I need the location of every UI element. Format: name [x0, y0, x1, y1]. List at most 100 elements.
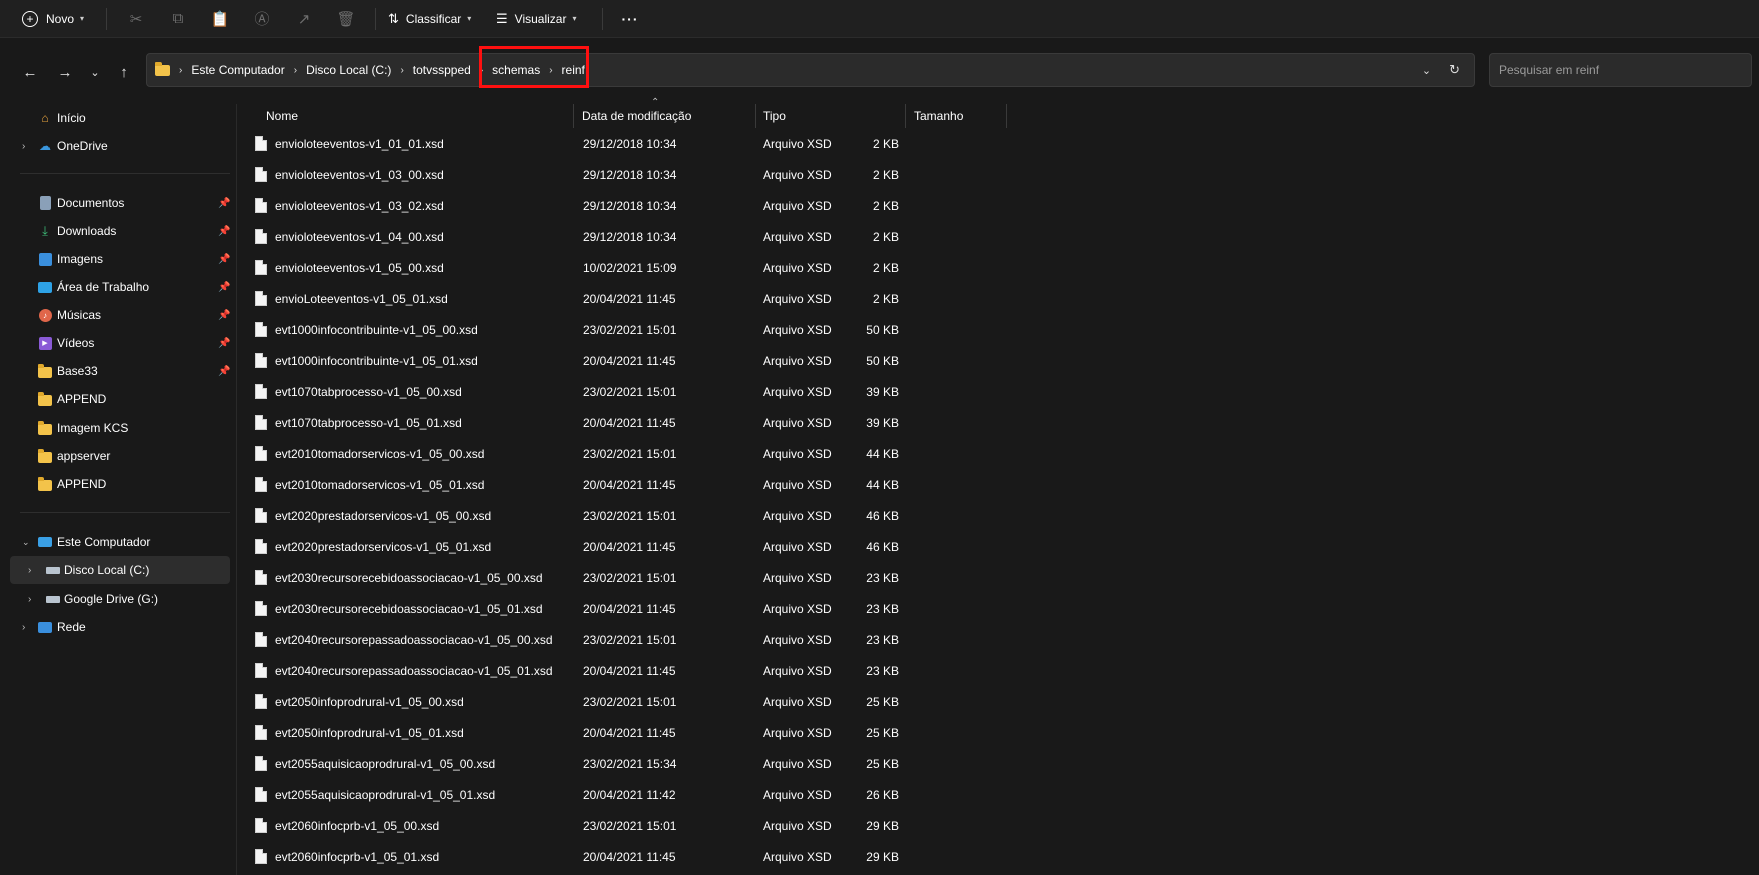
file-row[interactable]: evt1070tabprocesso-v1_05_00.xsd 23/02/202…	[237, 376, 1759, 407]
refresh-icon[interactable]: ↻	[1449, 62, 1460, 78]
file-row[interactable]: evt2020prestadorservicos-v1_05_00.xsd 23/…	[237, 500, 1759, 531]
file-type: Arquivo XSD	[763, 167, 832, 182]
music-icon: ♪	[37, 307, 53, 323]
column-separator[interactable]	[1006, 104, 1007, 128]
sidebar-item-rede[interactable]: › Rede	[10, 613, 236, 641]
collapse-chevron-icon[interactable]: ⌄	[22, 537, 30, 548]
sidebar-item-appserver[interactable]: appserver	[10, 442, 236, 470]
pin-icon[interactable]: 📌	[218, 338, 230, 349]
file-row[interactable]: evt2010tomadorservicos-v1_05_01.xsd 20/04…	[237, 469, 1759, 500]
rename-icon[interactable]: Ⓐ	[245, 4, 279, 34]
file-size: 26 KB	[866, 787, 899, 802]
delete-icon[interactable]: 🗑	[329, 4, 363, 34]
sidebar-item-base33[interactable]: Base33 📌	[10, 357, 236, 385]
command-bar: + Novo ▾ ✂ ⧉ 📋 Ⓐ ↗ 🗑 ⇅ Classificar ▾ ☰ V…	[0, 0, 1759, 38]
file-row[interactable]: evt2010tomadorservicos-v1_05_00.xsd 23/02…	[237, 438, 1759, 469]
sidebar-item-label: appserver	[57, 449, 111, 463]
pin-icon[interactable]: 📌	[218, 226, 230, 237]
search-input[interactable]: Pesquisar em reinf	[1489, 53, 1752, 87]
sidebar-item-este-computador[interactable]: ⌄ Este Computador	[10, 528, 236, 556]
sidebar-item-disco-local[interactable]: › Disco Local (C:)	[10, 556, 230, 584]
file-size: 39 KB	[866, 415, 899, 430]
file-row[interactable]: evt2050infoprodrural-v1_05_00.xsd 23/02/2…	[237, 686, 1759, 717]
sidebar-item-imagem-kcs[interactable]: Imagem KCS	[10, 414, 236, 442]
pin-icon[interactable]: 📌	[218, 254, 230, 265]
cut-icon[interactable]: ✂	[119, 4, 153, 34]
column-header-type[interactable]: Tipo	[763, 104, 883, 128]
column-header-size[interactable]: Tamanho	[914, 104, 994, 128]
sidebar-item-downloads[interactable]: ⤓ Downloads 📌	[10, 217, 236, 245]
column-separator[interactable]	[573, 104, 574, 128]
sidebar-item-videos[interactable]: ▶ Vídeos 📌	[10, 329, 236, 357]
file-row[interactable]: evt2055aquisicaoprodrural-v1_05_01.xsd 20…	[237, 779, 1759, 810]
view-button[interactable]: ☰ Visualizar ▾	[496, 4, 590, 34]
column-header-name[interactable]: Nome	[266, 104, 556, 128]
file-row[interactable]: envioloteeventos-v1_04_00.xsd 29/12/2018 …	[237, 221, 1759, 252]
forward-arrow-icon[interactable]: →	[53, 60, 77, 84]
share-icon[interactable]: ↗	[287, 4, 321, 34]
pin-icon[interactable]: 📌	[218, 366, 230, 377]
breadcrumb-disco-local[interactable]: Disco Local (C:)	[306, 63, 391, 77]
sidebar-item-google-drive[interactable]: › Google Drive (G:)	[10, 585, 236, 613]
file-row[interactable]: evt2060infocprb-v1_05_00.xsd 23/02/2021 1…	[237, 810, 1759, 841]
network-icon	[37, 619, 53, 635]
expand-chevron-icon[interactable]: ›	[22, 141, 25, 152]
file-row[interactable]: evt1000infocontribuinte-v1_05_00.xsd 23/0…	[237, 314, 1759, 345]
recent-locations-chevron-icon[interactable]: ⌄	[83, 60, 107, 84]
pin-icon[interactable]: 📌	[218, 198, 230, 209]
sort-button[interactable]: ⇅ Classificar ▾	[388, 4, 484, 34]
sidebar-item-documentos[interactable]: Documentos 📌	[10, 189, 236, 217]
file-row[interactable]: envioLoteeventos-v1_05_01.xsd 20/04/2021 …	[237, 283, 1759, 314]
file-row[interactable]: envioloteeventos-v1_03_00.xsd 29/12/2018 …	[237, 159, 1759, 190]
file-size: 2 KB	[872, 136, 899, 151]
expand-chevron-icon[interactable]: ›	[28, 594, 31, 605]
address-bar[interactable]: › Este Computador › Disco Local (C:) › t…	[146, 53, 1475, 87]
breadcrumb-este-computador[interactable]: Este Computador	[191, 63, 284, 77]
sidebar-item-append-2[interactable]: APPEND	[10, 470, 236, 498]
file-row[interactable]: envioloteeventos-v1_03_02.xsd 29/12/2018 …	[237, 190, 1759, 221]
file-name: envioloteeventos-v1_01_01.xsd	[275, 136, 444, 151]
copy-icon[interactable]: ⧉	[161, 4, 195, 34]
xsd-file-icon	[255, 415, 267, 430]
file-row[interactable]: evt1070tabprocesso-v1_05_01.xsd 20/04/202…	[237, 407, 1759, 438]
file-row[interactable]: evt2030recursorecebidoassociacao-v1_05_0…	[237, 562, 1759, 593]
file-row[interactable]: evt2040recursorepassadoassociacao-v1_05_…	[237, 624, 1759, 655]
expand-chevron-icon[interactable]: ›	[28, 565, 31, 576]
file-row[interactable]: envioloteeventos-v1_01_01.xsd 29/12/2018 …	[237, 128, 1759, 159]
xsd-file-icon	[255, 353, 267, 368]
pin-icon[interactable]: 📌	[218, 282, 230, 293]
xsd-file-icon	[255, 632, 267, 647]
file-type: Arquivo XSD	[763, 539, 832, 554]
back-arrow-icon[interactable]: ←	[18, 60, 42, 84]
file-row[interactable]: evt2055aquisicaoprodrural-v1_05_00.xsd 23…	[237, 748, 1759, 779]
address-history-chevron-icon[interactable]: ⌄	[1422, 64, 1431, 77]
sidebar-item-musicas[interactable]: ♪ Músicas 📌	[10, 301, 236, 329]
file-row[interactable]: evt1000infocontribuinte-v1_05_01.xsd 20/0…	[237, 345, 1759, 376]
file-row[interactable]: evt2040recursorepassadoassociacao-v1_05_…	[237, 655, 1759, 686]
file-row[interactable]: evt2050infoprodrural-v1_05_01.xsd 20/04/2…	[237, 717, 1759, 748]
breadcrumb-totvsspped[interactable]: totvsspped	[413, 63, 471, 77]
file-size: 2 KB	[872, 229, 899, 244]
more-options-button[interactable]: ···	[615, 4, 645, 34]
up-arrow-icon[interactable]: ↑	[112, 60, 136, 84]
column-separator[interactable]	[905, 104, 906, 128]
new-button[interactable]: + Novo ▾	[22, 4, 94, 34]
expand-chevron-icon[interactable]: ›	[22, 622, 25, 633]
sidebar-item-area-de-trabalho[interactable]: Área de Trabalho 📌	[10, 273, 236, 301]
file-row[interactable]: envioloteeventos-v1_05_00.xsd 10/02/2021 …	[237, 252, 1759, 283]
file-modified-date: 10/02/2021 15:09	[583, 260, 677, 275]
file-name: evt1070tabprocesso-v1_05_00.xsd	[275, 384, 462, 399]
file-row[interactable]: evt2030recursorecebidoassociacao-v1_05_0…	[237, 593, 1759, 624]
column-header-modified[interactable]: Data de modificação	[582, 104, 752, 128]
paste-icon[interactable]: 📋	[203, 4, 237, 34]
sidebar-item-append[interactable]: APPEND	[10, 385, 236, 413]
file-row[interactable]: evt2020prestadorservicos-v1_05_01.xsd 20/…	[237, 531, 1759, 562]
sidebar-item-inicio[interactable]: ⌂ Início	[10, 104, 236, 132]
pin-icon[interactable]: 📌	[218, 310, 230, 321]
column-separator[interactable]	[755, 104, 756, 128]
sidebar-item-onedrive[interactable]: › ☁ OneDrive	[10, 132, 236, 160]
file-modified-date: 23/02/2021 15:01	[583, 322, 677, 337]
file-row[interactable]: evt2060infocprb-v1_05_01.xsd 20/04/2021 1…	[237, 841, 1759, 872]
sidebar-item-imagens[interactable]: Imagens 📌	[10, 245, 236, 273]
file-type: Arquivo XSD	[763, 477, 832, 492]
